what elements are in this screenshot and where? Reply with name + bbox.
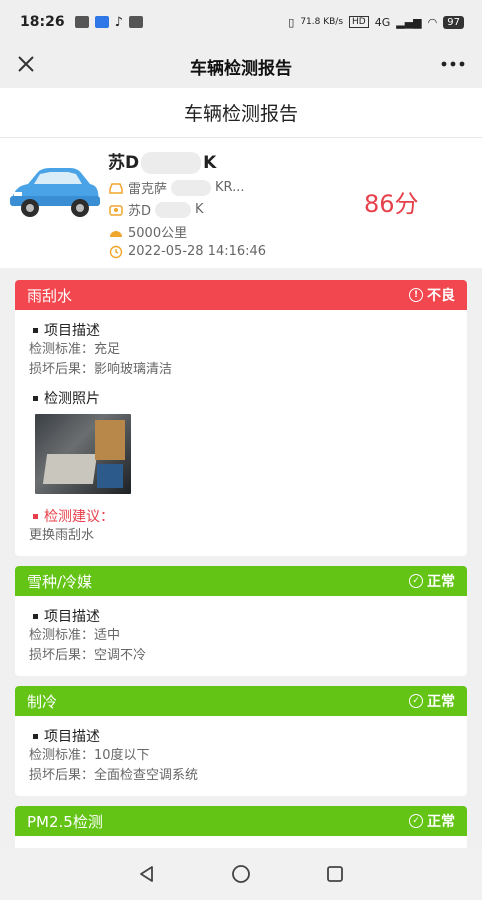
car-small-icon [109,182,123,194]
consequence-text: 损坏后果：影响玻璃清洁 [29,362,173,377]
card-header[interactable]: 雪种/冷媒 ✓ 正常 [15,566,467,596]
vehicle-info-panel: 苏D K 雷克萨 KR... 苏D K 5000公里 2022-05-28 14:16… [0,138,482,268]
title-bar: 车辆检测报告 [0,44,482,88]
network-type: 4G [374,15,391,29]
bullet-icon [33,513,38,519]
vehicle-mileage: 5000公里 [128,226,188,241]
card-title: PM2.5检测 [27,812,103,831]
status-badge: ✓ 正常 [409,571,455,591]
message-icon [128,16,143,28]
card-title: 雪种/冷媒 [27,572,93,591]
check-circle-icon: ✓ [409,814,423,828]
inspection-card: 雨刮水 ! 不良 项目描述 检测标准：充足 损坏后果：影响玻璃清洁 检测照片 检… [15,280,467,556]
model-suffix: KR... [215,180,245,195]
battery-icon: 97 [443,15,464,29]
desc-title: 项目描述 [44,323,100,339]
inspection-card: 雪种/冷媒 ✓ 正常 项目描述 检测标准：适中 损坏后果：空调不冷 [15,566,467,676]
notification-icon [74,16,89,28]
card-title: 雨刮水 [27,286,73,305]
report-scroll-area[interactable]: 车辆检测报告 苏D K 雷克萨 KR... 苏D K 5000公里 2022-05-2… [0,88,482,848]
card-header[interactable]: 制冷 ✓ 正常 [15,686,467,716]
page-title: 车辆检测报告 [0,88,482,138]
car-icon [10,168,100,217]
signal-icon: ▂▄▆ [396,15,422,29]
close-icon[interactable] [14,54,38,78]
plate-blur [141,152,202,174]
status-badge: ✓ 正常 [409,691,455,711]
plate-suffix: K [203,153,217,173]
status-text: 正常 [427,694,455,710]
standard-text: 检测标准：充足 [29,342,121,357]
vehicle-datetime: 2022-05-28 14:16:46 [128,244,267,259]
card-title: 制冷 [27,692,58,711]
card-header[interactable]: PM2.5检测 ✓ 正常 [15,806,467,836]
inspection-card: 制冷 ✓ 正常 项目描述 检测标准：10度以下 损坏后果：全面检查空调系统 [15,686,467,796]
inspection-photo[interactable] [35,414,131,494]
window-title: 车辆检测报告 [190,58,292,79]
consequence-text: 损坏后果：空调不冷 [29,648,147,663]
advice-title-text: 检测建议： [44,509,114,525]
bullet-icon [33,733,38,739]
status-text: 正常 [427,574,455,590]
vehicle-mileage-row: 5000公里 [108,222,187,241]
vehicle-plate-2: 苏D [128,204,152,219]
check-circle-icon: ✓ [409,574,423,588]
speedometer-icon [110,230,122,237]
advice-title: 检测建议： [29,506,453,526]
vehicle-datetime-row: 2022-05-28 14:16:46 [108,244,266,259]
plate-icon [109,204,123,216]
card-body: 项目描述 检测标准：充足 损坏后果：影响玻璃清洁 检测照片 检测建议： 更换雨刮… [15,310,467,556]
check-circle-icon: ✓ [409,694,423,708]
vehicle-model-row: 雷克萨 KR... [108,178,245,197]
status-badge: ! 不良 [409,285,455,305]
card-body: 项目描述 检测标准：10度以下 损坏后果：全面检查空调系统 [15,716,467,796]
vehicle-plate-row: 苏D K [108,200,204,219]
model-blur [171,179,212,196]
card-header[interactable]: 雨刮水 ! 不良 [15,280,467,310]
card-body [15,836,467,848]
vibrate-icon: ▯ [288,15,295,29]
vehicle-model: 雷克萨 [128,182,168,197]
bullet-icon [33,613,38,619]
recent-square-icon[interactable] [315,854,355,894]
card-body: 项目描述 检测标准：适中 损坏后果：空调不冷 [15,596,467,676]
network-speed: 71.8 KB/s [300,17,344,27]
inspection-card: PM2.5检测 ✓ 正常 [15,806,467,848]
plate-prefix: 苏D [108,153,140,173]
section-title: 检测照片 [29,388,453,408]
photo-title: 检测照片 [44,391,100,407]
app-notification-icon [94,16,109,28]
plate2-suffix: K [195,202,204,217]
status-bar: 18:26 ♪ ▯ 71.8 KB/s HD 4G ▂▄▆ ◠ 97 [0,0,482,44]
advice-text: 更换雨刮水 [29,528,95,543]
status-time: 18:26 [20,14,65,30]
hd-icon: HD [349,16,369,28]
status-text: 不良 [427,288,455,304]
section-title: 项目描述 [29,726,453,746]
system-nav-bar [0,848,482,900]
bullet-icon [33,395,38,401]
status-badge: ✓ 正常 [409,811,455,831]
license-plate: 苏D K [108,148,216,174]
section-title: 项目描述 [29,320,453,340]
standard-text: 检测标准：适中 [29,628,121,643]
inspection-score: 86分 [364,190,419,218]
standard-text: 检测标准：10度以下 [29,748,150,763]
plate2-blur [155,201,192,218]
clock-icon [109,245,123,258]
tiktok-icon: ♪ [114,14,123,30]
desc-title: 项目描述 [44,729,100,745]
wifi-icon: ◠ [427,15,438,29]
desc-title: 项目描述 [44,609,100,625]
back-triangle-icon[interactable] [127,854,167,894]
section-title: 项目描述 [29,606,453,626]
consequence-text: 损坏后果：全面检查空调系统 [29,768,199,783]
more-icon[interactable] [440,54,466,78]
home-circle-icon[interactable] [221,854,261,894]
bullet-icon [33,327,38,333]
exclamation-circle-icon: ! [409,288,423,302]
status-text: 正常 [427,814,455,830]
